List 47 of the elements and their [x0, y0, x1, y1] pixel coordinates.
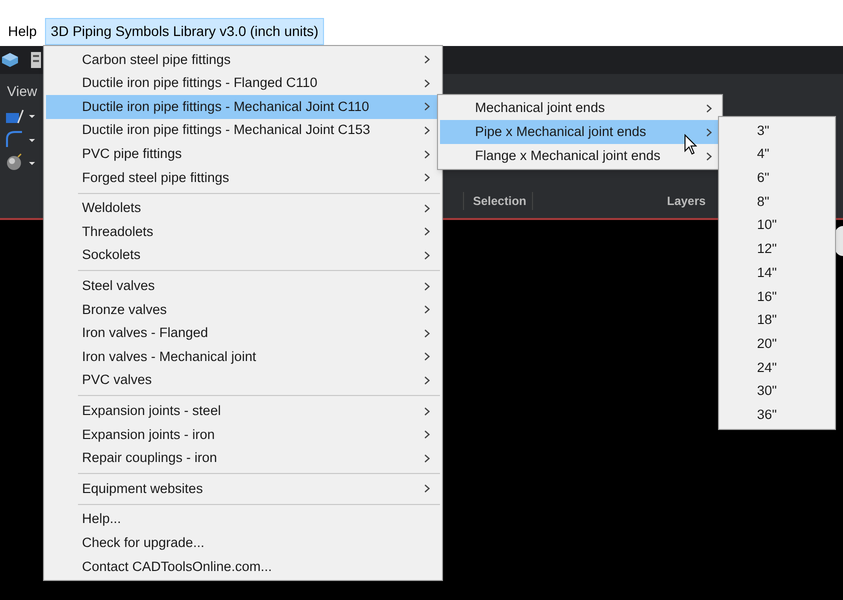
menu-item[interactable]: 30" [721, 380, 833, 404]
menu-item[interactable]: Sockolets [46, 244, 440, 268]
menu-item[interactable]: 18" [721, 308, 833, 332]
grid-icon[interactable] [31, 52, 41, 68]
menu-item[interactable]: Steel valves [46, 274, 440, 298]
menu-item[interactable]: Repair couplings - iron [46, 446, 440, 470]
menubar-item[interactable]: 3D Piping Symbols Library v3.0 (inch units) [44, 18, 324, 45]
menu-item[interactable]: 24" [721, 356, 833, 380]
menu-item[interactable]: 14" [721, 261, 833, 285]
menu-item[interactable]: Flange x Mechanical joint ends [440, 144, 720, 168]
sphere-tool-icon[interactable] [6, 153, 36, 171]
menu-item[interactable]: 6" [721, 166, 833, 190]
menu-item[interactable]: 16" [721, 284, 833, 308]
panel-label: Selection [463, 192, 533, 210]
cursor-icon [684, 134, 697, 155]
menu-item[interactable]: 4" [721, 142, 833, 166]
menubar-item[interactable]: Help [2, 18, 43, 45]
menu-item[interactable]: Threadolets [46, 220, 440, 244]
menu-item[interactable]: Expansion joints - iron [46, 422, 440, 446]
view-tab[interactable]: View [0, 74, 38, 106]
menu-item[interactable]: Forged steel pipe fittings [46, 166, 440, 190]
menu-item[interactable]: Bronze valves [46, 298, 440, 322]
menu-item[interactable]: Expansion joints - steel [46, 399, 440, 423]
menu-item[interactable]: Check for upgrade... [46, 531, 440, 555]
menu-item[interactable]: 12" [721, 237, 833, 262]
fillet-tool-icon[interactable] [6, 131, 36, 147]
menu-item[interactable]: Ductile iron pipe fittings - Flanged C110 [46, 72, 440, 96]
menu-item[interactable]: PVC valves [46, 368, 440, 392]
box-tool-icon[interactable] [6, 109, 36, 125]
menu-item[interactable]: 36" [721, 403, 833, 427]
menu-item[interactable]: Contact CADToolsOnline.com... [46, 554, 440, 578]
panel-label: Layers [667, 193, 706, 210]
menu-item[interactable]: Weldolets [46, 196, 440, 220]
menu-item[interactable]: 10" [721, 214, 833, 238]
menu-item[interactable]: 20" [721, 332, 833, 356]
menu-item[interactable]: Iron valves - Mechanical joint [46, 345, 440, 369]
menu-item[interactable]: Pipe x Mechanical joint ends [440, 120, 720, 144]
menu-item[interactable]: Equipment websites [46, 477, 440, 501]
menu-item[interactable]: Ductile iron pipe fittings - Mechanical Joint C153 [46, 118, 440, 142]
menu-item[interactable]: Ductile iron pipe fittings - Mechanical Joint C110 [46, 95, 440, 119]
menu-item[interactable]: Iron valves - Flanged [46, 322, 440, 346]
menu-item[interactable]: Mechanical joint ends [440, 96, 720, 120]
menu-item[interactable]: Help... [46, 508, 440, 532]
menu-item[interactable]: 8" [721, 190, 833, 214]
menu-item[interactable]: PVC pipe fittings [46, 142, 440, 166]
menu-item[interactable]: 3" [721, 119, 833, 143]
cube-icon[interactable] [1, 52, 19, 68]
